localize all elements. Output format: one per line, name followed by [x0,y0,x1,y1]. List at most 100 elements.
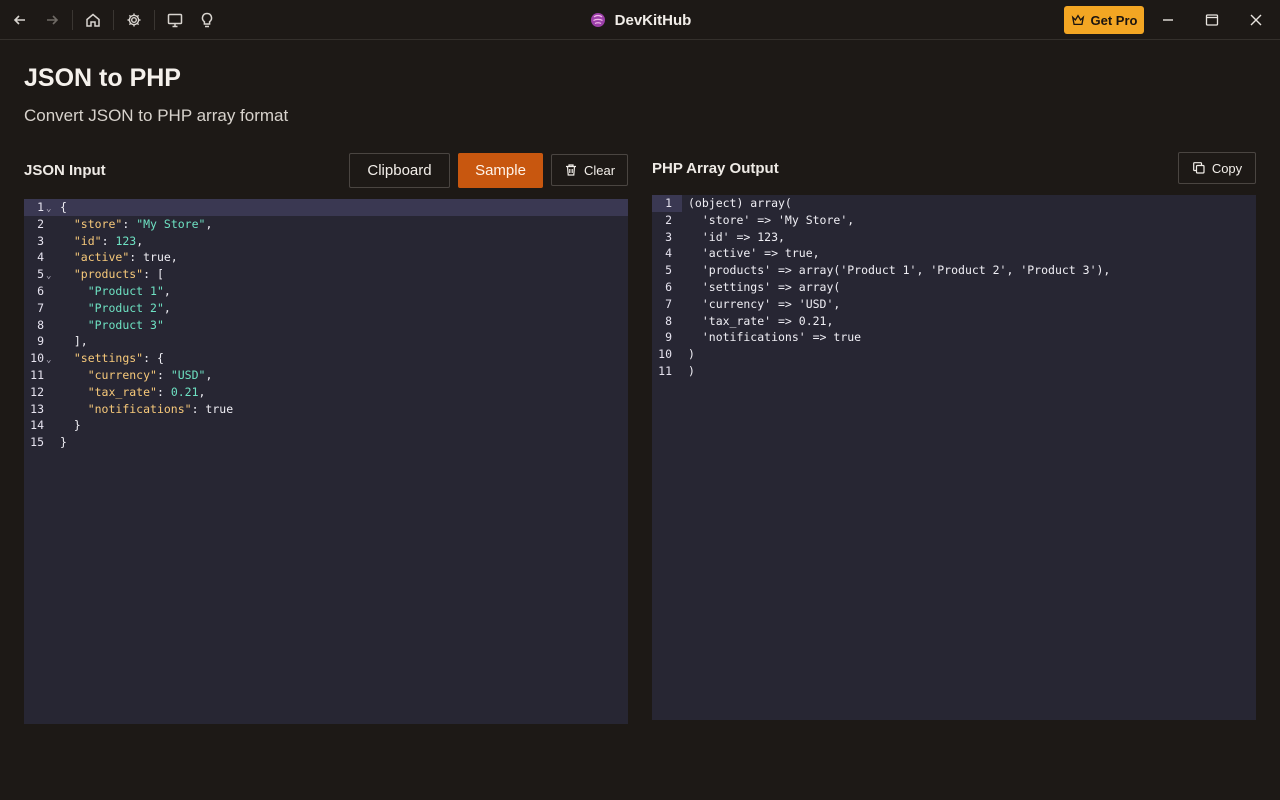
get-pro-label: Get Pro [1090,12,1138,28]
code-text: { [60,200,67,214]
divider [154,10,155,30]
line-number: 3 [665,229,672,244]
title-bar: DevKitHub Get Pro [0,0,1280,40]
code-text: 'notifications' => true [688,330,862,345]
code-line: 14 } [24,417,628,434]
display-button[interactable] [163,8,187,32]
arrow-right-icon [47,15,59,25]
line-number: 14 [30,418,44,433]
forward-button[interactable] [40,8,64,32]
monitor-icon [167,13,183,28]
line-number: 2 [37,216,44,231]
line-number: 13 [30,401,44,416]
clear-button[interactable]: Clear [551,154,628,186]
clear-label: Clear [583,162,616,178]
code-line: 4 "active": true, [24,249,628,266]
output-panel-label: PHP Array Output [652,160,779,177]
line-number: 6 [37,283,44,298]
line-number: 3 [37,233,44,248]
clipboard-label: Clipboard [367,162,432,179]
line-number: 10 [658,347,672,362]
divider [113,10,114,30]
logo-icon [590,13,605,27]
code-text: "active": true, [73,250,178,265]
code-line: 9 'notifications' => true [652,329,1256,346]
line-number: 8 [37,317,44,332]
line-number: 15 [30,435,44,450]
code-text: 'products' => array('Product 1', 'Produc… [688,263,1111,278]
lightbulb-icon [201,12,213,28]
line-number: 5 [37,267,44,282]
line-number: 12 [30,384,44,399]
code-line: 8 "Product 3" [24,317,628,334]
code-text: 'id' => 123, [688,229,785,244]
line-number: 4 [665,246,672,261]
copy-icon [1192,162,1205,174]
arrow-left-icon [13,15,25,25]
code-text: "notifications": true [87,401,234,416]
code-text: "store": "My Store", [73,216,213,231]
code-line: 1 ⌄{ [24,199,628,216]
code-text: "settings": { [73,351,164,366]
page-subtitle: Convert JSON to PHP array format [24,106,289,125]
code-line: 6 "Product 1", [24,283,628,300]
close-button[interactable] [1244,8,1268,32]
json-input-editor[interactable]: 1 ⌄{2 "store": "My Store", 3 "id": 123, 4 "… [24,199,628,724]
line-number: 1 [37,200,44,214]
home-button[interactable] [81,8,105,32]
code-text: ) [688,363,695,378]
line-number: 7 [665,296,672,311]
code-line: 11 "currency": "USD", [24,367,628,384]
line-number: 9 [37,334,44,349]
code-line: 5 ⌄ "products": [ [24,266,628,283]
code-text: "products": [ [73,267,164,282]
get-pro-button[interactable]: Get Pro [1064,6,1144,34]
close-icon [1250,14,1262,26]
line-number: 8 [665,313,672,328]
sample-button[interactable]: Sample [458,153,543,188]
trash-icon [565,164,576,176]
settings-button[interactable] [122,8,146,32]
code-line: 5 'products' => array('Product 1', 'Prod… [652,262,1256,279]
code-line: 7 "Product 2", [24,300,628,317]
code-text: "Product 1", [87,283,171,298]
crown-icon [1071,14,1084,26]
home-icon [86,13,100,27]
line-number: 9 [665,330,672,345]
back-button[interactable] [8,8,32,32]
code-line: 10 ⌄ "settings": { [24,350,628,367]
line-number: 1 [665,196,672,210]
input-panel-label: JSON Input [24,162,106,179]
copy-label: Copy [1211,160,1243,176]
code-line: 15} [24,434,628,451]
page-title: JSON to PHP [24,64,181,92]
line-number: 2 [665,212,672,227]
app-title-text: DevKitHub [614,11,692,29]
code-line: 4 'active' => true, [652,245,1256,262]
tips-button[interactable] [195,8,219,32]
line-number: 7 [37,300,44,315]
line-number: 5 [665,263,672,278]
copy-button[interactable]: Copy [1178,152,1256,184]
code-text: } [60,418,81,433]
sample-label: Sample [475,162,526,179]
code-line: 13 "notifications": true [24,401,628,418]
maximize-icon [1205,14,1219,26]
code-line: 10) [652,346,1256,363]
code-text: (object) array( [688,196,792,210]
minimize-button[interactable] [1156,8,1180,32]
php-output-editor[interactable]: 1 (object) array(2 'store' => 'My Store',… [652,195,1256,720]
line-number: 4 [37,250,44,265]
code-line: 6 'settings' => array( [652,279,1256,296]
code-line: 2 "store": "My Store", [24,216,628,233]
code-text: 'settings' => array( [688,279,841,294]
code-text: 'tax_rate' => 0.21, [688,313,834,328]
code-text: } [60,435,67,450]
code-text: "currency": "USD", [87,367,213,382]
maximize-button[interactable] [1200,8,1224,32]
gear-icon [127,13,141,27]
line-number: 10 [30,351,44,366]
code-text: ) [688,347,695,362]
clipboard-button[interactable]: Clipboard [349,153,450,188]
code-line: 1 (object) array( [652,195,1256,212]
